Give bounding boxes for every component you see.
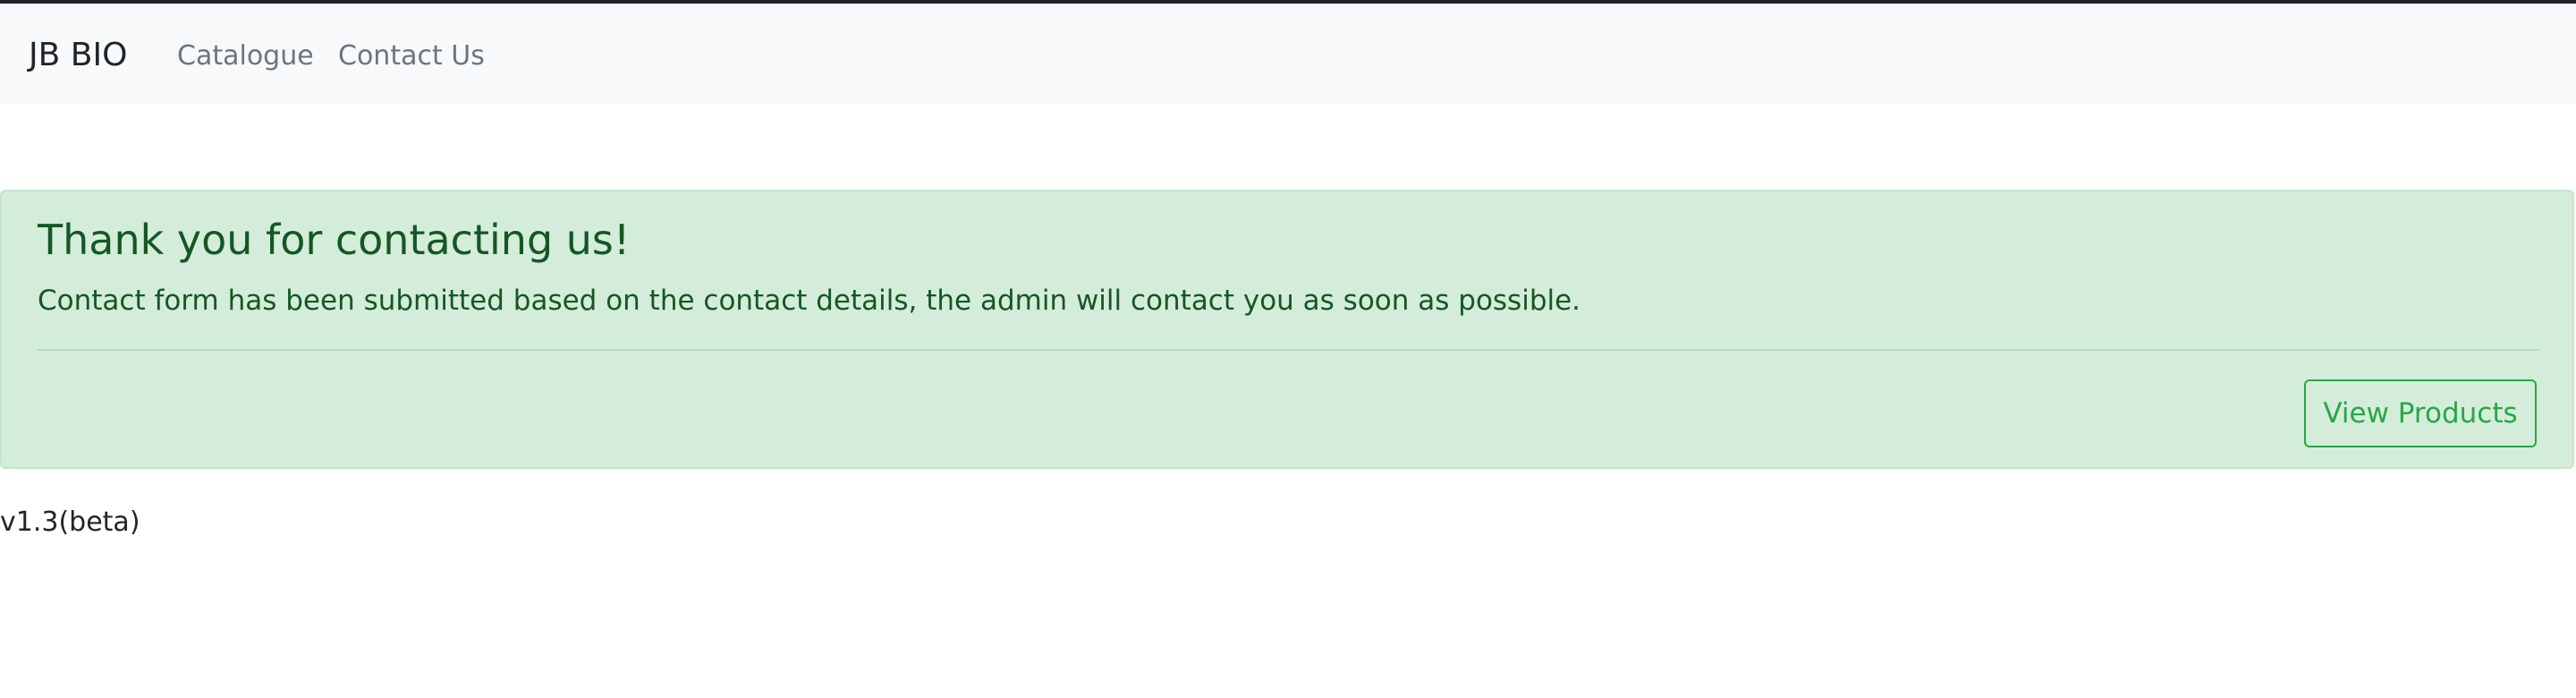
alert-heading: Thank you for contacting us!: [38, 216, 631, 264]
brand-link[interactable]: JB BIO: [29, 32, 127, 79]
navbar: JB BIO Catalogue Contact Us: [0, 4, 2576, 104]
nav-link-contact-us[interactable]: Contact Us: [338, 34, 485, 79]
view-products-button[interactable]: View Products: [2304, 379, 2537, 447]
alert-message: Contact form has been submitted based on…: [38, 285, 1581, 317]
success-alert: Thank you for contacting us! Contact for…: [0, 190, 2574, 469]
version-label: v1.3(beta): [0, 506, 140, 538]
nav-link-catalogue[interactable]: Catalogue: [177, 34, 314, 79]
alert-divider: [38, 349, 2540, 351]
